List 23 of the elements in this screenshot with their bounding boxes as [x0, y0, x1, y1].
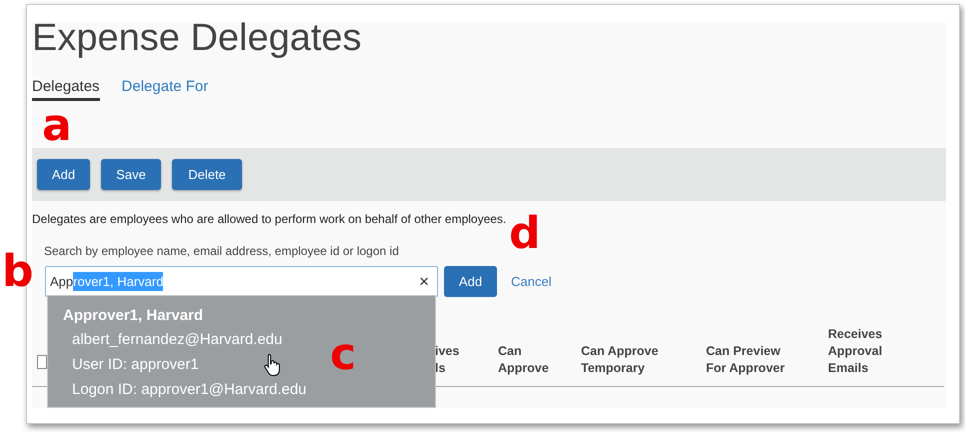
description-text: Delegates are employees who are allowed to perform work on behalf of other employees.	[32, 211, 508, 227]
tab[interactable]: Delegates	[32, 78, 100, 101]
column-header: Can Approve Temporary	[581, 343, 660, 377]
search-label: Search by employee name, email address, employee id or logon id	[44, 244, 399, 258]
annotation-label: c	[330, 333, 356, 377]
add-button[interactable]: Add	[444, 266, 497, 297]
page-title: Expense Delegates	[32, 18, 362, 58]
hand-cursor-icon	[263, 353, 283, 377]
column-header: Can Approve	[498, 343, 550, 377]
column-header: ives ls	[435, 343, 460, 377]
annotation-label: a	[42, 104, 72, 148]
toolbar-button[interactable]: Delete	[172, 159, 242, 190]
checkbox[interactable]	[37, 355, 47, 369]
toolbar-button[interactable]: Add	[37, 159, 90, 190]
column-header: Can Preview For Approver	[706, 343, 786, 377]
toolbar-button[interactable]: Save	[101, 159, 161, 190]
column-header: Receives Approval Emails	[828, 326, 884, 377]
annotation-label: b	[2, 250, 34, 294]
annotation-label: d	[509, 212, 540, 256]
clear-button[interactable]: ×	[419, 273, 429, 290]
search-field[interactable]: Approver1, Harvard ×	[45, 266, 438, 297]
tab[interactable]: Delegate For	[122, 78, 208, 101]
cancel-link[interactable]: Cancel	[511, 272, 552, 292]
